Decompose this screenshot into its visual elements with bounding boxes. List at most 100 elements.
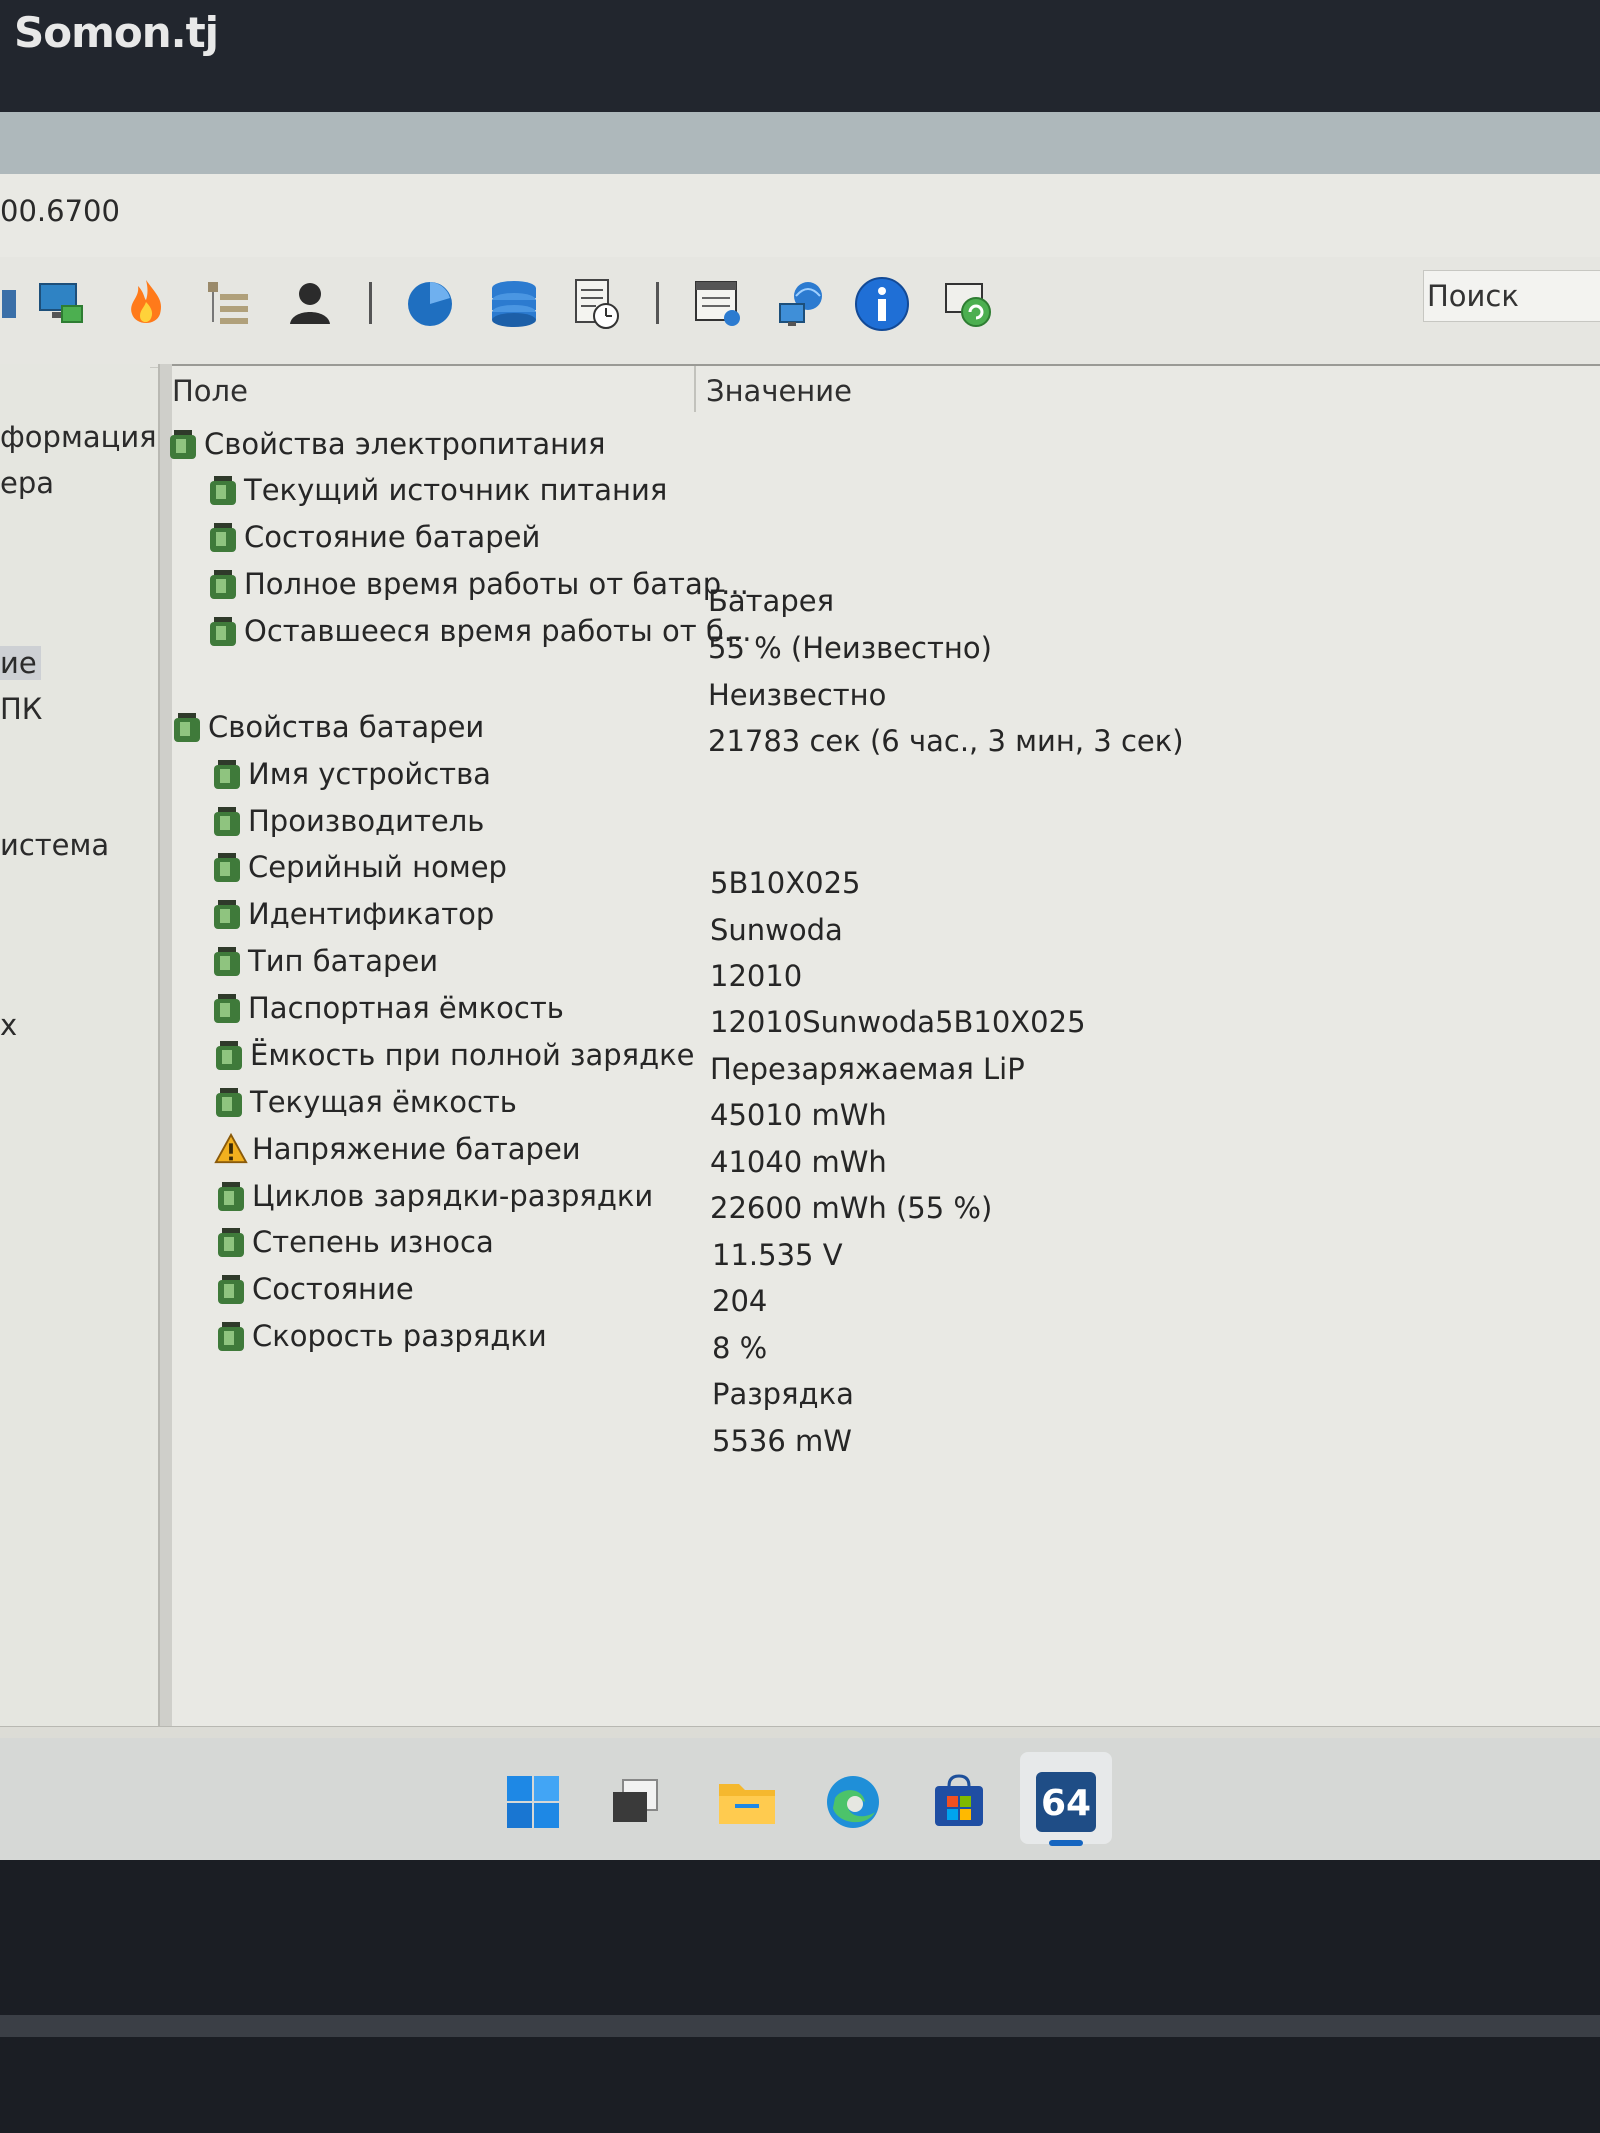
- row-field: Степень износа: [252, 1225, 494, 1259]
- group-header[interactable]: Свойства батареи: [170, 705, 484, 749]
- row-value: 41040 mWh: [710, 1145, 887, 1179]
- database-icon[interactable]: [484, 274, 544, 334]
- nav-item[interactable]: ПК: [0, 692, 42, 726]
- nav-item[interactable]: формация: [0, 420, 157, 454]
- row-value: 11.535 V: [712, 1238, 843, 1272]
- row-value: 5536 mW: [712, 1424, 852, 1458]
- flame-icon[interactable]: [116, 274, 176, 334]
- row-field: Паспортная ёмкость: [248, 991, 564, 1025]
- table-row[interactable]: Полное время работы от батар...: [206, 562, 749, 606]
- table-row[interactable]: Состояние: [214, 1267, 414, 1311]
- windows-start-icon[interactable]: [498, 1767, 568, 1837]
- row-value: 8 %: [712, 1331, 768, 1365]
- table-row[interactable]: Циклов зарядки-разрядки: [214, 1174, 653, 1218]
- active-app-indicator: [1049, 1840, 1083, 1846]
- battery-icon: [210, 803, 244, 839]
- task-view-icon[interactable]: [600, 1767, 670, 1837]
- battery-icon: [212, 1037, 246, 1073]
- toolbar-separator: [369, 282, 372, 324]
- edge-browser-icon[interactable]: [818, 1767, 888, 1837]
- row-value: Sunwoda: [710, 913, 843, 947]
- nav-item[interactable]: ера: [0, 466, 54, 500]
- battery-icon: [210, 849, 244, 885]
- tree-list-icon[interactable]: [198, 274, 258, 334]
- table-row[interactable]: Имя устройства: [210, 752, 491, 796]
- table-row[interactable]: Состояние батарей: [206, 515, 540, 559]
- toolbar-separator: [656, 282, 659, 324]
- table-row[interactable]: Напряжение батареи: [214, 1127, 581, 1171]
- group-title: Свойства батареи: [208, 710, 485, 744]
- row-field: Серийный номер: [248, 850, 507, 884]
- battery-icon: [206, 566, 240, 602]
- column-separator[interactable]: [694, 366, 696, 412]
- row-field: Имя устройства: [248, 757, 491, 791]
- window-titlebar[interactable]: [0, 112, 1600, 174]
- computer-icon[interactable]: [32, 274, 92, 334]
- row-value: 22600 mWh (55 %): [710, 1191, 993, 1225]
- table-row[interactable]: Текущая ёмкость: [212, 1080, 517, 1124]
- pie-chart-icon[interactable]: [400, 274, 460, 334]
- search-input[interactable]: Поиск: [1423, 270, 1600, 322]
- aida64-icon-label: 64: [1041, 1783, 1091, 1824]
- file-explorer-icon[interactable]: [712, 1767, 782, 1837]
- nav-item[interactable]: х: [0, 1008, 17, 1042]
- user-icon[interactable]: [280, 274, 340, 334]
- nav-item[interactable]: истема: [0, 828, 109, 862]
- battery-icon: [210, 756, 244, 792]
- row-field: Напряжение батареи: [252, 1132, 581, 1166]
- row-field: Производитель: [248, 804, 485, 838]
- table-row[interactable]: Оставшееся время работы от б...: [206, 609, 751, 653]
- info-icon[interactable]: [852, 274, 912, 334]
- row-field: Идентификатор: [248, 897, 495, 931]
- microsoft-store-icon[interactable]: [924, 1767, 994, 1837]
- monitor-bezel-top: [0, 0, 1600, 112]
- network-icon[interactable]: [772, 274, 832, 334]
- group-header[interactable]: Свойства электропитания: [166, 422, 605, 466]
- table-row[interactable]: Текущий источник питания: [206, 468, 667, 512]
- table-row[interactable]: Идентификатор: [210, 892, 494, 936]
- battery-icon: [210, 896, 244, 932]
- row-value: 204: [712, 1284, 768, 1318]
- battery-icon: [214, 1271, 248, 1307]
- battery-icon: [206, 613, 240, 649]
- update-icon[interactable]: [938, 274, 998, 334]
- warning-icon: [214, 1131, 248, 1167]
- row-value: Разрядка: [712, 1377, 854, 1411]
- battery-icon: [212, 1084, 246, 1120]
- battery-icon: [214, 1224, 248, 1260]
- row-value: 21783 сек (6 час., 3 мин, 3 сек): [708, 724, 1184, 758]
- monitor-bezel-bottom: [0, 1860, 1600, 2133]
- toolbar-partial-icon[interactable]: [0, 274, 30, 334]
- column-header-field[interactable]: Поле: [172, 374, 248, 408]
- battery-icon: [214, 1318, 248, 1354]
- table-row[interactable]: Производитель: [210, 799, 484, 843]
- table-row[interactable]: Паспортная ёмкость: [210, 986, 564, 1030]
- schedule-report-icon[interactable]: [566, 274, 626, 334]
- battery-icon: [170, 709, 204, 745]
- row-field: Скорость разрядки: [252, 1319, 547, 1353]
- table-row[interactable]: Степень износа: [214, 1220, 494, 1264]
- table-row[interactable]: Ёмкость при полной зарядке: [212, 1033, 695, 1077]
- column-header-value[interactable]: Значение: [706, 374, 852, 408]
- report-icon[interactable]: [688, 274, 748, 334]
- screen: 00.6700 Поиск формация ера ие ПК истема …: [0, 112, 1600, 1860]
- version-text: 00.6700: [0, 194, 120, 228]
- table-row[interactable]: Тип батареи: [210, 939, 438, 983]
- aida64-icon[interactable]: 64: [1031, 1767, 1101, 1837]
- battery-icon: [206, 472, 240, 508]
- nav-item-selected[interactable]: ие: [0, 646, 41, 680]
- table-row[interactable]: Серийный номер: [210, 845, 507, 889]
- battery-icon: [166, 426, 200, 462]
- battery-icon: [210, 943, 244, 979]
- row-field: Состояние: [252, 1272, 414, 1306]
- row-field: Текущая ёмкость: [250, 1085, 517, 1119]
- table-row[interactable]: Скорость разрядки: [214, 1314, 547, 1358]
- row-field: Полное время работы от батар...: [244, 567, 749, 601]
- battery-icon: [206, 519, 240, 555]
- taskbar: [0, 1738, 1600, 1860]
- row-field: Ёмкость при полной зарядке: [250, 1038, 695, 1072]
- navigation-pane: [0, 364, 150, 1736]
- row-value: 5B10X025: [710, 866, 861, 900]
- battery-icon: [210, 990, 244, 1026]
- row-field: Оставшееся время работы от б...: [244, 614, 752, 648]
